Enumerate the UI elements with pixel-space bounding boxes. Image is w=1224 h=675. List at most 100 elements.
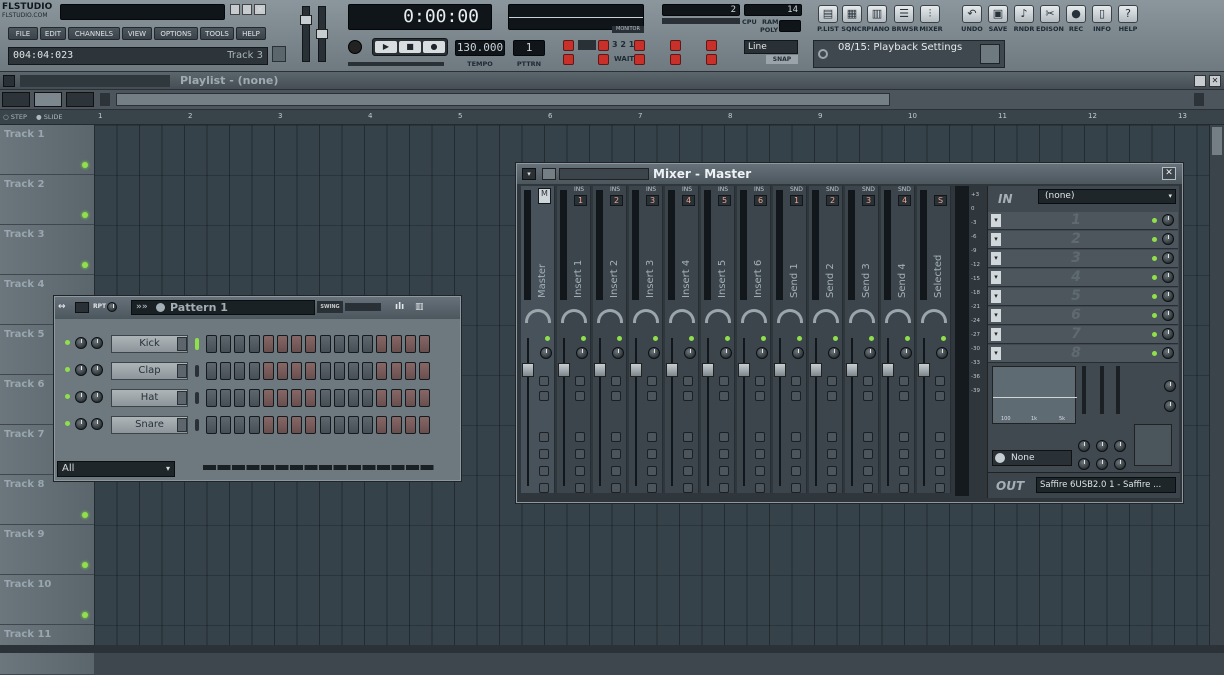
strip-record-icon[interactable] bbox=[647, 466, 657, 476]
strip-fx-icon[interactable] bbox=[719, 432, 729, 442]
strip-phase-icon[interactable] bbox=[539, 376, 549, 386]
slot-mix-knob[interactable] bbox=[1162, 309, 1174, 321]
mixer-strip-insert-4[interactable]: INS 4 Insert 4 bbox=[665, 186, 699, 493]
channel-select-led[interactable] bbox=[195, 392, 199, 404]
grid-icon[interactable] bbox=[272, 46, 286, 62]
step-button[interactable] bbox=[419, 416, 430, 434]
strip-record-icon[interactable] bbox=[719, 466, 729, 476]
strip-clock-icon[interactable] bbox=[863, 449, 873, 459]
step-button[interactable] bbox=[362, 335, 374, 353]
step-button[interactable] bbox=[248, 362, 260, 380]
step-button[interactable] bbox=[262, 362, 274, 380]
strip-fx-icon[interactable] bbox=[935, 432, 945, 442]
mixer-strip-insert-6[interactable]: INS 6 Insert 6 bbox=[737, 186, 771, 493]
strip-record-icon[interactable] bbox=[935, 466, 945, 476]
strip-stereo-knob[interactable] bbox=[828, 347, 840, 359]
strip-swap-icon[interactable] bbox=[863, 391, 873, 401]
step-button[interactable] bbox=[277, 335, 288, 353]
ruler-bar-4[interactable]: 4 bbox=[368, 112, 372, 120]
step-button[interactable] bbox=[390, 416, 402, 434]
strip-fader-cap[interactable] bbox=[774, 363, 786, 377]
step-button[interactable] bbox=[277, 362, 288, 380]
strip-record-icon[interactable] bbox=[683, 466, 693, 476]
strip-fader-cap[interactable] bbox=[666, 363, 678, 377]
step-button[interactable] bbox=[404, 416, 416, 434]
browser-view-button[interactable]: ☰ bbox=[894, 5, 914, 23]
slot-enable-led[interactable] bbox=[1152, 351, 1157, 356]
master-volume-slider[interactable] bbox=[300, 6, 312, 62]
pattern-display[interactable]: 1 bbox=[513, 40, 545, 56]
mixer-link-icon[interactable] bbox=[706, 54, 717, 65]
ruler-bar-3[interactable]: 3 bbox=[278, 112, 282, 120]
slot-mix-knob[interactable] bbox=[1162, 290, 1174, 302]
fx-slot[interactable]: ▾ 6 bbox=[988, 307, 1178, 325]
loop-record-icon[interactable] bbox=[670, 40, 681, 51]
step-button[interactable] bbox=[206, 389, 217, 407]
playlist-menu-icon[interactable] bbox=[3, 75, 15, 87]
pattern-mode-icon[interactable] bbox=[563, 40, 574, 51]
ruler-bar-6[interactable]: 6 bbox=[548, 112, 552, 120]
step-button[interactable] bbox=[206, 416, 217, 434]
track-header[interactable]: Track 1 bbox=[0, 125, 94, 175]
strip-stereo-knob[interactable] bbox=[792, 347, 804, 359]
channel-filter-select[interactable]: All ▾ bbox=[57, 461, 175, 477]
strip-stereo-knob[interactable] bbox=[576, 347, 588, 359]
track-mute-led[interactable] bbox=[82, 162, 88, 168]
record-mic-icon[interactable]: ● bbox=[1066, 5, 1086, 23]
stop-button[interactable]: ■ bbox=[399, 41, 421, 53]
channel-mute-led[interactable] bbox=[65, 394, 70, 399]
step-button[interactable] bbox=[390, 335, 402, 353]
step-scroll-bar[interactable] bbox=[203, 465, 435, 470]
strip-phase-icon[interactable] bbox=[647, 376, 657, 386]
strip-enable-led[interactable] bbox=[941, 336, 946, 341]
channel-select-toggle[interactable] bbox=[177, 418, 187, 432]
strip-swap-icon[interactable] bbox=[827, 391, 837, 401]
step-button[interactable] bbox=[390, 389, 402, 407]
strip-pan-knob[interactable] bbox=[813, 309, 839, 323]
step-button[interactable] bbox=[333, 389, 345, 407]
eq-mid-knob[interactable] bbox=[1096, 440, 1108, 452]
slot-menu-icon[interactable]: ▾ bbox=[991, 309, 1001, 322]
strip-swap-icon[interactable] bbox=[935, 391, 945, 401]
strip-swap-icon[interactable] bbox=[647, 391, 657, 401]
strip-fader-cap[interactable] bbox=[630, 363, 642, 377]
minimize-button[interactable] bbox=[230, 4, 240, 15]
output-select[interactable]: Saffire 6USB2.0 1 - Saffire ... bbox=[1036, 477, 1176, 493]
step-button[interactable] bbox=[234, 389, 246, 407]
step-button[interactable] bbox=[248, 335, 260, 353]
strip-stereo-knob[interactable] bbox=[540, 347, 552, 359]
strip-pan-knob[interactable] bbox=[885, 309, 911, 323]
slot-enable-led[interactable] bbox=[1152, 275, 1157, 280]
pattern-selector[interactable]: »» Pattern 1 bbox=[131, 300, 315, 315]
strip-disk-icon[interactable] bbox=[683, 483, 693, 493]
slot-menu-icon[interactable]: ▾ bbox=[991, 328, 1001, 341]
strip-phase-icon[interactable] bbox=[755, 376, 765, 386]
playlist-view-button[interactable]: ▤ bbox=[818, 5, 838, 23]
step-button[interactable] bbox=[404, 362, 416, 380]
strip-fader-cap[interactable] bbox=[738, 363, 750, 377]
strip-stereo-knob[interactable] bbox=[720, 347, 732, 359]
strip-clock-icon[interactable] bbox=[827, 449, 837, 459]
step-button[interactable] bbox=[376, 389, 388, 407]
step-button[interactable] bbox=[319, 389, 331, 407]
step-button[interactable] bbox=[220, 362, 232, 380]
strip-disk-icon[interactable] bbox=[827, 483, 837, 493]
step-button[interactable] bbox=[319, 416, 331, 434]
track-header[interactable]: Track 8 bbox=[0, 475, 94, 525]
countdown-icon[interactable] bbox=[598, 40, 609, 51]
strip-volume-fader[interactable] bbox=[743, 338, 745, 486]
send-level-knob-a[interactable] bbox=[1164, 380, 1176, 392]
save-icon[interactable]: ▣ bbox=[988, 5, 1008, 23]
strip-enable-led[interactable] bbox=[797, 336, 802, 341]
slot-menu-icon[interactable]: ▾ bbox=[991, 290, 1001, 303]
strip-disk-icon[interactable] bbox=[611, 483, 621, 493]
step-button[interactable] bbox=[404, 335, 416, 353]
swing-slider[interactable] bbox=[345, 303, 381, 311]
strip-swap-icon[interactable] bbox=[791, 391, 801, 401]
strip-phase-icon[interactable] bbox=[791, 376, 801, 386]
strip-pan-knob[interactable] bbox=[525, 309, 551, 323]
strip-volume-fader[interactable] bbox=[815, 338, 817, 486]
strip-disk-icon[interactable] bbox=[539, 483, 549, 493]
strip-enable-led[interactable] bbox=[653, 336, 658, 341]
menu-help[interactable]: HELP bbox=[236, 27, 266, 40]
